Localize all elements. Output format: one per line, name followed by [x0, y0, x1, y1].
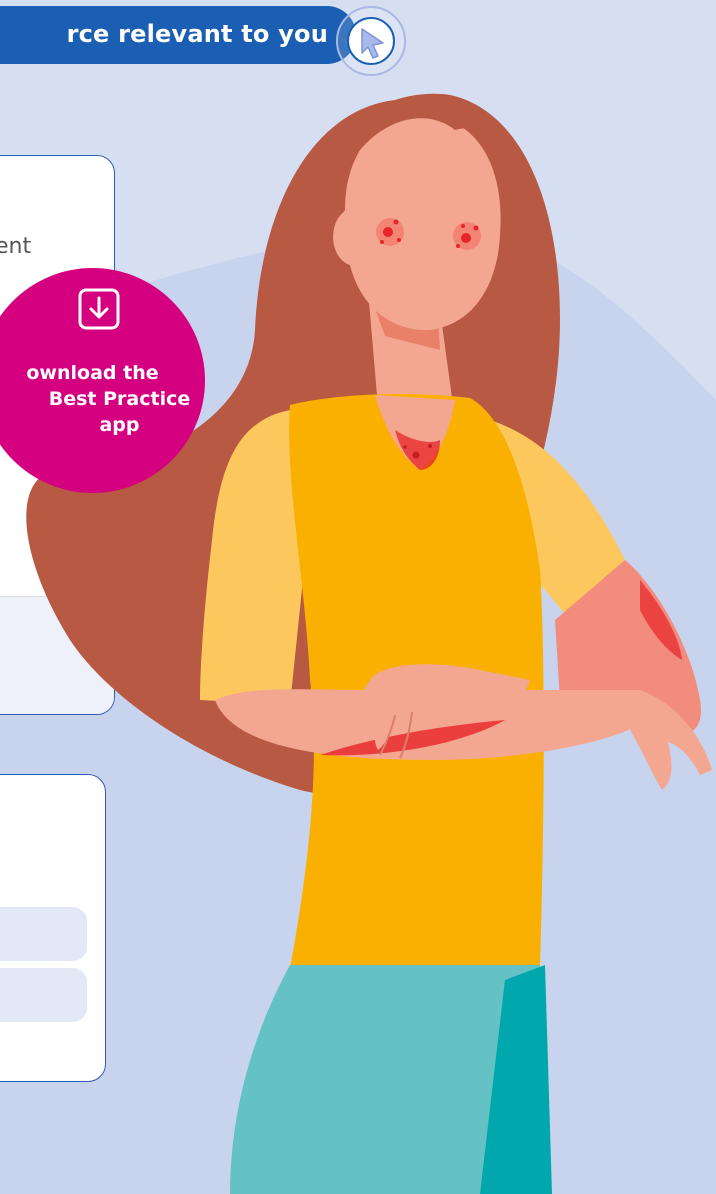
- download-icon: [78, 288, 120, 330]
- download-line-2: Best Practice: [48, 388, 191, 410]
- download-label: ownload the Best Practice app: [0, 360, 205, 438]
- woman-illustration: [26, 93, 712, 1194]
- download-line-3: app: [99, 414, 140, 436]
- download-line-1: ownload the: [26, 362, 159, 384]
